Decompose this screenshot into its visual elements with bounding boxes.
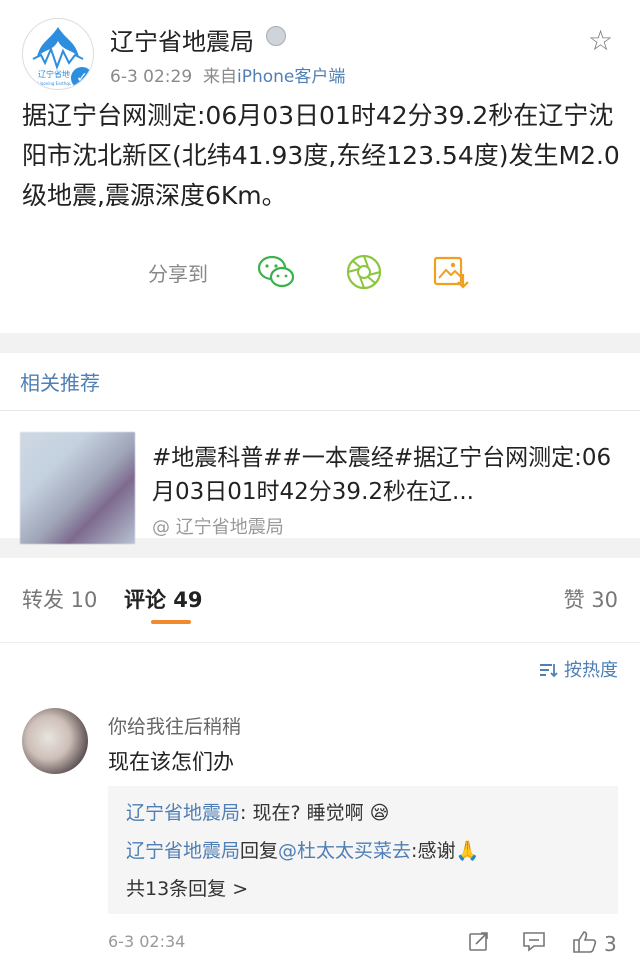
like-count: 3 bbox=[604, 932, 617, 956]
reply-text: : 现在? 睡觉啊 😪 bbox=[240, 802, 390, 824]
replies-box[interactable]: 辽宁省地震局: 现在? 睡觉啊 😪 辽宁省地震局回复@杜太太买菜去:感谢🙏 共1… bbox=[108, 786, 618, 914]
related-thumbnail[interactable] bbox=[20, 432, 135, 544]
comment-icon[interactable] bbox=[522, 930, 546, 952]
post-meta: 6-3 02:29 来自iPhone客户端 bbox=[110, 62, 345, 87]
reply-item: 辽宁省地震局: 现在? 睡觉啊 😪 bbox=[126, 798, 389, 825]
medal-icon[interactable] bbox=[266, 26, 286, 46]
repost-icon[interactable] bbox=[468, 930, 490, 952]
comment-time: 6-3 02:34 bbox=[108, 932, 186, 951]
related-source: @ 辽宁省地震局 bbox=[152, 517, 284, 538]
source-prefix: 来自 bbox=[202, 67, 237, 87]
divider bbox=[0, 410, 640, 411]
author-avatar[interactable]: 辽宁省地震 Liaoning Earthquake ✓ bbox=[22, 18, 94, 90]
sort-button[interactable]: 按热度 bbox=[538, 656, 618, 682]
active-tab-indicator bbox=[151, 620, 191, 624]
sort-icon bbox=[540, 664, 558, 678]
moments-share-icon[interactable] bbox=[344, 252, 384, 292]
related-header: 相关推荐 bbox=[20, 371, 100, 395]
verified-badge-icon: ✓ bbox=[69, 65, 93, 89]
comment-text: 现在该怎们办 bbox=[108, 750, 234, 774]
related-section: 相关推荐 #地震科普##一本震经#据辽宁台网测定:06月03日01时42分39.… bbox=[0, 353, 640, 544]
source-link[interactable]: iPhone客户端 bbox=[237, 67, 345, 87]
commenter-name[interactable]: 你给我往后稍稍 bbox=[108, 712, 241, 739]
favorite-star-icon[interactable]: ☆ bbox=[588, 24, 613, 57]
like-icon[interactable] bbox=[572, 930, 598, 954]
reply-text: :感谢🙏 bbox=[411, 840, 480, 862]
reply-user[interactable]: 辽宁省地震局 bbox=[126, 802, 240, 824]
interaction-tabs: 转发 10 评论 49 赞 30 bbox=[0, 558, 640, 643]
reply-mention[interactable]: @杜太太买菜去 bbox=[278, 840, 411, 862]
reply-user[interactable]: 辽宁省地震局 bbox=[126, 840, 240, 862]
save-image-icon[interactable] bbox=[431, 252, 471, 292]
author-name[interactable]: 辽宁省地震局 bbox=[110, 22, 254, 57]
post-content: 据辽宁台网测定:06月03日01时42分39.2秒在辽宁沈阳市沈北新区(北纬41… bbox=[22, 101, 620, 210]
comment-item: 你给我往后稍稍 现在该怎们办 辽宁省地震局: 现在? 睡觉啊 😪 辽宁省地震局回… bbox=[0, 700, 640, 964]
tab-comments[interactable]: 评论 49 bbox=[124, 584, 203, 614]
sort-label: 按热度 bbox=[564, 660, 618, 681]
share-label: 分享到 bbox=[148, 262, 208, 286]
weibo-post: 辽宁省地震 Liaoning Earthquake ✓ 辽宁省地震局 ☆ 6-3… bbox=[0, 0, 640, 333]
commenter-avatar[interactable] bbox=[22, 708, 88, 774]
tab-likes[interactable]: 赞 30 bbox=[564, 584, 618, 614]
post-time: 6-3 02:29 bbox=[110, 67, 193, 87]
more-replies-link[interactable]: 共13条回复 > bbox=[126, 874, 248, 901]
tab-repost[interactable]: 转发 10 bbox=[22, 584, 97, 614]
reply-verb: 回复 bbox=[240, 840, 279, 862]
reply-item: 辽宁省地震局回复@杜太太买菜去:感谢🙏 bbox=[126, 836, 479, 863]
section-gap bbox=[0, 333, 640, 353]
wechat-share-icon[interactable] bbox=[256, 252, 296, 292]
related-title[interactable]: #地震科普##一本震经#据辽宁台网测定:06月03日01时42分39.2秒在辽.… bbox=[152, 441, 612, 509]
